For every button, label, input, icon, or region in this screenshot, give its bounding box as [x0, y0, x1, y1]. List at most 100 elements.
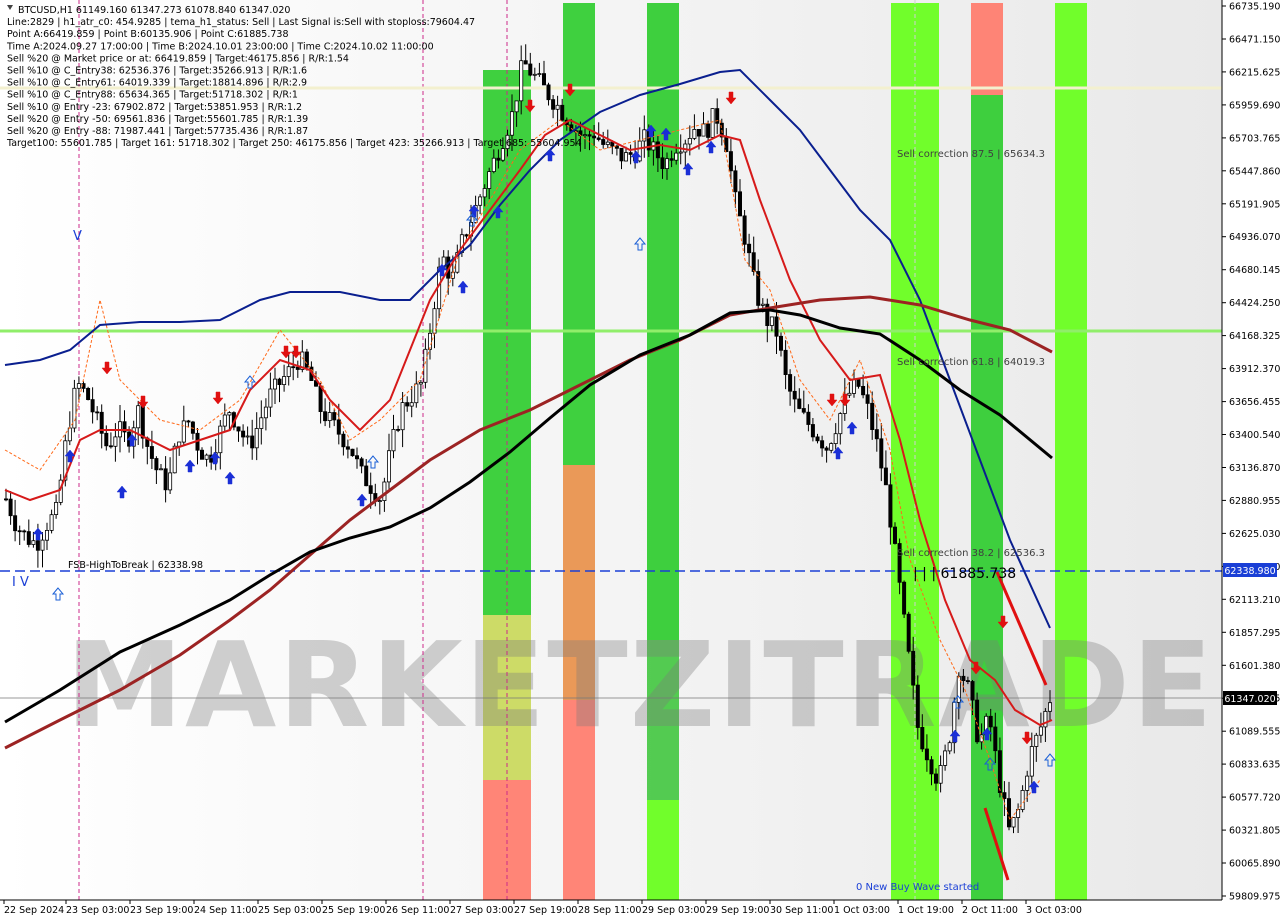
candle-body: [364, 465, 369, 487]
x-tick-label: 25 Sep 19:00: [322, 905, 385, 916]
candle-body: [847, 392, 852, 396]
candle-body: [4, 498, 9, 501]
candle-body: [149, 446, 154, 459]
candle-body: [186, 420, 191, 423]
candle-body: [624, 152, 629, 162]
candle-body: [500, 148, 505, 161]
y-tick-label: 64424.250: [1229, 298, 1280, 309]
candle-body: [934, 773, 939, 784]
candle-body: [883, 467, 888, 486]
zone-band: [971, 3, 1003, 95]
candle-body: [45, 530, 50, 541]
chart-root: MARKETZITRADE BTCUSD,H1 61149.160 61347.…: [0, 0, 1280, 920]
candle-body: [1038, 726, 1043, 736]
candle-body: [820, 440, 825, 449]
candle-body: [523, 60, 528, 65]
x-tick-label: 1 Oct 19:00: [898, 905, 954, 916]
candle-body: [1025, 775, 1030, 791]
y-tick-label: 61857.295: [1229, 628, 1280, 639]
header-info-line: Sell %10 @ C_Entry38: 62536.376 | Target…: [7, 66, 307, 77]
candle-body: [254, 428, 259, 449]
current-price-tag: 61347.020: [1224, 694, 1275, 705]
candle-body: [295, 366, 300, 370]
y-tick-label: 62625.030: [1229, 529, 1280, 540]
candle-body: [172, 445, 177, 474]
candle-body: [806, 411, 811, 425]
x-tick-label: 27 Sep 03:00: [450, 905, 513, 916]
header-info-line: Line:2829 | h1_atr_c0: 454.9285 | tema_h…: [7, 17, 475, 28]
candle-body: [304, 351, 309, 368]
candle-body: [391, 428, 396, 452]
candle-body: [975, 699, 980, 743]
candle-body: [542, 73, 547, 86]
x-tick-label: 23 Sep 19:00: [130, 905, 193, 916]
correction-875-label: Sell correction 87.5 | 65634.3: [897, 149, 1045, 160]
candle-body: [464, 234, 469, 237]
candle-body: [874, 429, 879, 440]
candle-body: [354, 455, 359, 460]
candle-body: [332, 412, 337, 421]
candle-body: [113, 436, 118, 447]
candle-body: [386, 450, 391, 483]
y-tick-label: 64680.145: [1229, 265, 1280, 276]
candle-body: [829, 443, 834, 451]
y-tick-label: 63912.370: [1229, 364, 1280, 375]
candle-body: [738, 191, 743, 217]
zone-band: [647, 800, 679, 900]
candle-body: [938, 765, 943, 784]
candle-body: [405, 402, 410, 407]
candle-body: [227, 412, 232, 416]
candle-body: [701, 123, 706, 137]
candle-body: [824, 447, 829, 451]
candle-body: [683, 143, 688, 153]
candle-body: [423, 348, 428, 383]
candle-body: [40, 539, 45, 551]
candle-body: [241, 430, 246, 438]
candle-body: [769, 316, 774, 326]
candle-body: [760, 303, 765, 306]
candle-body: [13, 515, 18, 532]
x-tick-label: 23 Sep 03:00: [66, 905, 129, 916]
header-info-line: Time A:2024.09.27 17:00:00 | Time B:2024…: [6, 41, 434, 52]
x-tick-label: 3 Oct 03:00: [1026, 905, 1082, 916]
new-buy-wave-label: 0 New Buy Wave started: [856, 882, 979, 893]
x-tick-label: 30 Sep 11:00: [770, 905, 833, 916]
candle-body: [592, 135, 597, 139]
price-chart: MARKETZITRADE BTCUSD,H1 61149.160 61347.…: [0, 0, 1280, 920]
y-tick-label: 63656.455: [1229, 397, 1280, 408]
candle-body: [774, 316, 779, 337]
candle-body: [318, 385, 323, 413]
y-tick-label: 59809.975: [1229, 892, 1280, 903]
candle-body: [628, 152, 633, 155]
candle-body: [687, 137, 692, 145]
header-info-line: Sell %10 @ C_Entry88: 65634.365 | Target…: [7, 90, 298, 101]
x-tick-label: 1 Oct 03:00: [834, 905, 890, 916]
candle-body: [359, 458, 364, 467]
x-tick-label: 24 Sep 11:00: [194, 905, 257, 916]
candle-body: [792, 390, 797, 400]
candle-body: [815, 436, 820, 442]
candle-body: [870, 402, 875, 430]
header-info-line: Sell %10 @ Entry -23: 67902.872 | Target…: [7, 102, 302, 113]
header-info-line: Sell %20 @ Entry -88: 71987.441 | Target…: [7, 126, 308, 137]
candle-body: [519, 60, 524, 102]
candle-body: [245, 435, 250, 438]
candle-body: [496, 157, 501, 161]
candle-body: [482, 188, 487, 198]
candle-body: [920, 727, 925, 750]
header-info-line: Point A:66419.859 | Point B:60135.906 | …: [7, 29, 289, 40]
point-c-label: | | | 61885.738: [913, 566, 1016, 582]
candle-body: [943, 750, 948, 766]
candle-body: [350, 448, 355, 457]
candle-body: [783, 349, 788, 375]
candle-body: [733, 170, 738, 193]
correction-618-label: Sell correction 61.8 | 64019.3: [897, 357, 1045, 368]
candle-body: [678, 151, 683, 154]
candle-body: [8, 498, 13, 517]
y-tick-label: 66215.625: [1229, 67, 1280, 78]
candle-body: [345, 446, 350, 450]
x-tick-label: 29 Sep 19:00: [706, 905, 769, 916]
candle-body: [924, 748, 929, 761]
candle-body: [947, 742, 952, 752]
candle-body: [833, 433, 838, 445]
